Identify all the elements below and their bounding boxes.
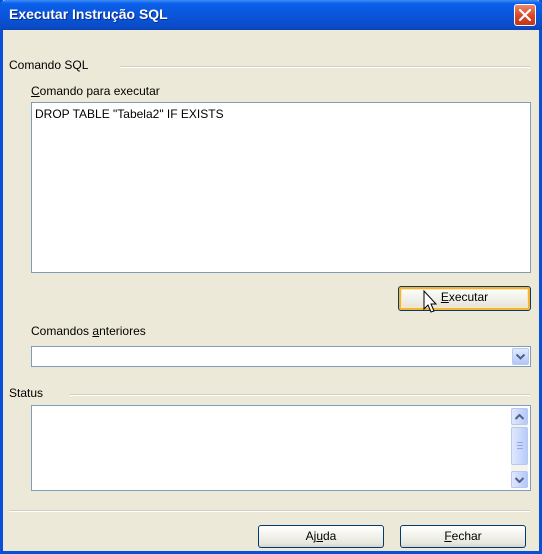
arrow-up-icon — [515, 414, 524, 420]
command-label-rest: omando para executar — [39, 84, 160, 98]
sql-dialog: Executar Instrução SQL Comando SQL Coman… — [0, 0, 542, 554]
previous-commands-label-start: Comandos — [31, 324, 93, 338]
previous-commands-label-rest: nteriores — [99, 324, 146, 338]
status-group-label: Status — [9, 386, 44, 400]
close-icon — [519, 9, 531, 21]
close-button-rest: echar — [451, 529, 482, 543]
help-button-mnemonic: u — [316, 529, 323, 543]
execute-button-rest: xecutar — [448, 290, 489, 304]
close-button[interactable]: Fechar — [400, 525, 526, 548]
previous-commands-label: Comandos anteriores — [31, 324, 146, 338]
close-button-mnemonic: F — [444, 529, 452, 543]
footer-divider — [9, 510, 530, 512]
window-title: Executar Instrução SQL — [9, 6, 168, 22]
thumb-grip — [517, 445, 523, 446]
sql-group-divider — [120, 66, 530, 68]
previous-commands-select[interactable] — [31, 346, 531, 367]
scroll-up-button[interactable] — [511, 408, 528, 425]
command-label-mnemonic: C — [31, 84, 40, 98]
command-to-execute-label: Comando para executar — [31, 84, 160, 98]
sql-command-input[interactable]: DROP TABLE "Tabela2" IF EXISTS — [31, 102, 531, 273]
sql-command-text[interactable]: DROP TABLE "Tabela2" IF EXISTS — [35, 107, 224, 121]
status-group-divider — [70, 394, 530, 396]
help-button-rest: da — [323, 529, 337, 543]
previous-commands-dropdown-button[interactable] — [512, 348, 529, 365]
scroll-thumb[interactable] — [511, 427, 528, 465]
close-window-button[interactable] — [514, 4, 536, 26]
status-output[interactable] — [31, 405, 531, 491]
thumb-grip — [517, 442, 523, 443]
chevron-down-icon — [516, 354, 525, 360]
scroll-down-button[interactable] — [511, 471, 528, 488]
title-bar[interactable]: Executar Instrução SQL — [0, 0, 542, 30]
status-scrollbar[interactable] — [511, 408, 528, 488]
mouse-cursor-icon — [423, 290, 438, 313]
execute-button[interactable]: Executar — [398, 286, 531, 311]
help-button-start: Aj — [305, 529, 317, 543]
sql-command-group-label: Comando SQL — [9, 58, 89, 72]
arrow-down-icon — [515, 477, 524, 483]
thumb-grip — [517, 448, 523, 449]
help-button[interactable]: Ajuda — [258, 525, 384, 548]
